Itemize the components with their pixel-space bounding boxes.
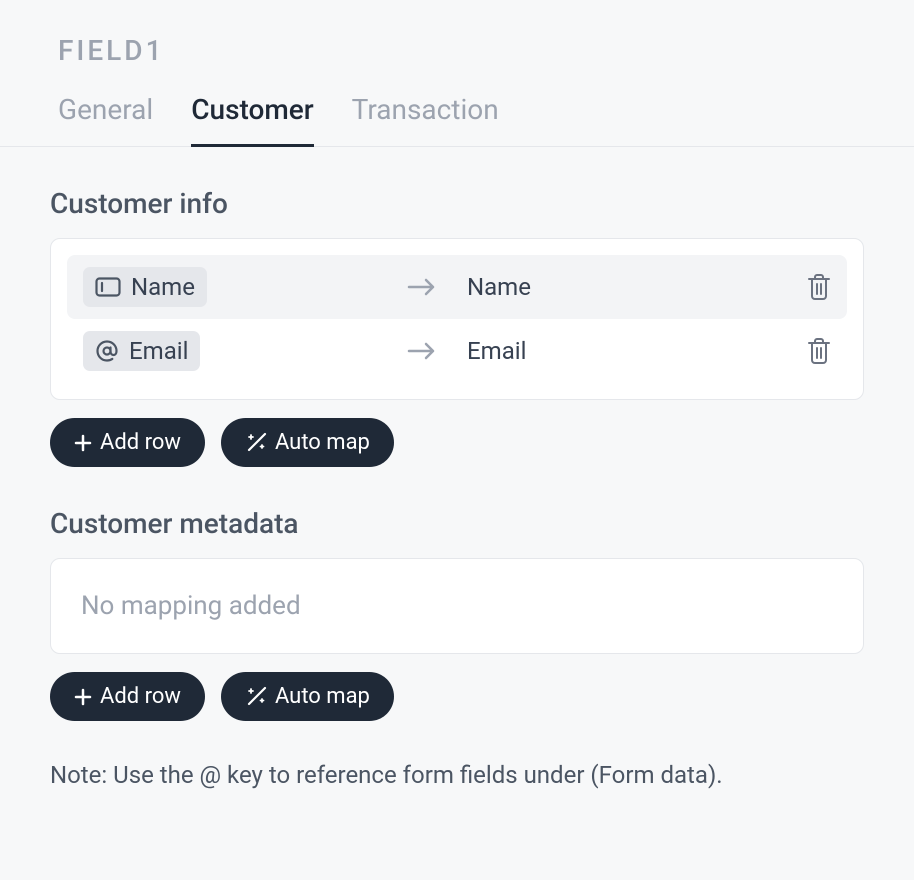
button-label: Add row bbox=[100, 684, 181, 709]
source-chip[interactable]: Email bbox=[83, 331, 200, 371]
button-row: Add row Auto map bbox=[50, 672, 864, 721]
section-title: Customer metadata bbox=[50, 507, 864, 540]
wand-icon bbox=[245, 432, 267, 454]
mapping-box: Name Name bbox=[50, 238, 864, 400]
arrow-icon bbox=[387, 277, 467, 297]
source-label: Name bbox=[131, 273, 195, 301]
page-title: FIELD1 bbox=[58, 34, 856, 67]
target-label: Name bbox=[467, 273, 807, 301]
mapping-row[interactable]: Email Email bbox=[67, 319, 847, 383]
mapping-row[interactable]: Name Name bbox=[67, 255, 847, 319]
plus-icon bbox=[74, 434, 92, 452]
empty-text: No mapping added bbox=[81, 591, 301, 621]
tab-customer[interactable]: Customer bbox=[191, 93, 313, 147]
button-row: Add row Auto map bbox=[50, 418, 864, 467]
tab-transaction[interactable]: Transaction bbox=[352, 93, 499, 147]
text-input-icon bbox=[95, 277, 121, 297]
section-customer-info: Customer info Name bbox=[50, 187, 864, 467]
empty-mapping-box: No mapping added bbox=[50, 558, 864, 654]
wand-icon bbox=[245, 686, 267, 708]
plus-icon bbox=[74, 688, 92, 706]
delete-button[interactable] bbox=[807, 274, 831, 300]
arrow-icon bbox=[387, 341, 467, 361]
at-icon bbox=[95, 339, 119, 363]
button-label: Auto map bbox=[275, 430, 370, 455]
add-row-button[interactable]: Add row bbox=[50, 418, 205, 467]
source-chip[interactable]: Name bbox=[83, 267, 207, 307]
add-row-button[interactable]: Add row bbox=[50, 672, 205, 721]
tab-general[interactable]: General bbox=[58, 93, 153, 147]
delete-button[interactable] bbox=[807, 338, 831, 364]
target-label: Email bbox=[467, 337, 807, 365]
section-title: Customer info bbox=[50, 187, 864, 220]
source-label: Email bbox=[129, 337, 188, 365]
trash-icon bbox=[807, 338, 831, 364]
tabs: General Customer Transaction bbox=[0, 93, 914, 147]
button-label: Auto map bbox=[275, 684, 370, 709]
auto-map-button[interactable]: Auto map bbox=[221, 672, 394, 721]
section-customer-metadata: Customer metadata No mapping added Add r… bbox=[50, 507, 864, 721]
button-label: Add row bbox=[100, 430, 181, 455]
note-text: Note: Use the @ key to reference form fi… bbox=[50, 761, 864, 789]
auto-map-button[interactable]: Auto map bbox=[221, 418, 394, 467]
trash-icon bbox=[807, 274, 831, 300]
